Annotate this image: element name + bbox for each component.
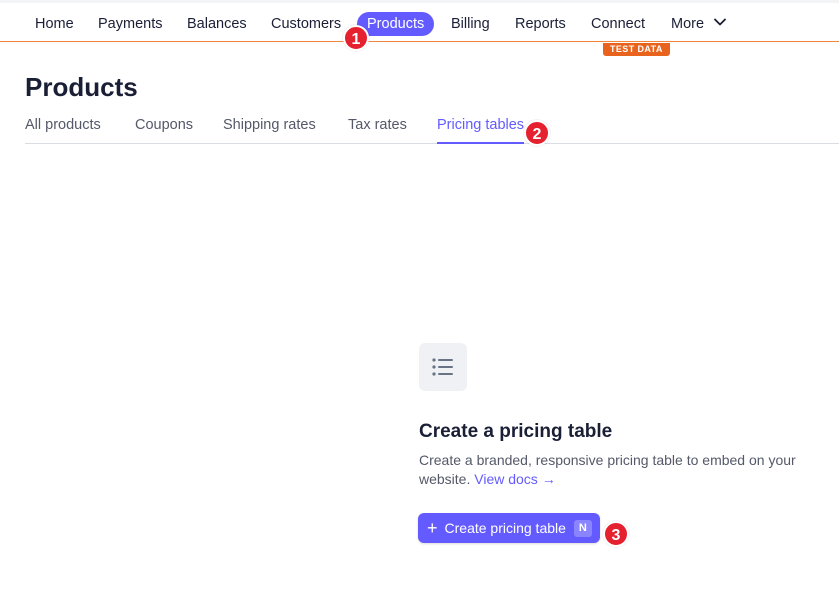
page-title: Products	[25, 72, 138, 102]
step-marker-3: 3	[603, 521, 629, 547]
arrow-right-icon: →	[541, 471, 556, 487]
nav-payments[interactable]: Payments	[98, 12, 162, 36]
tab-tax-rates[interactable]: Tax rates	[348, 117, 407, 144]
test-data-badge: TEST DATA	[603, 43, 670, 56]
nav-customers[interactable]: Customers	[271, 12, 341, 36]
nav-balances[interactable]: Balances	[187, 12, 247, 36]
create-pricing-table-label: Create pricing table	[444, 520, 566, 536]
chevron-down-icon	[714, 18, 726, 26]
step-marker-2: 2	[524, 120, 550, 146]
empty-state-icon-box	[419, 343, 467, 391]
tab-shipping-rates[interactable]: Shipping rates	[223, 117, 316, 144]
tab-all-products[interactable]: All products	[25, 117, 101, 144]
list-icon	[432, 358, 453, 376]
view-docs-link[interactable]: View docs →	[474, 471, 555, 487]
step-marker-1: 1	[343, 25, 369, 51]
empty-state-title: Create a pricing table	[419, 421, 613, 442]
keyboard-shortcut-badge: N	[573, 519, 592, 537]
create-pricing-table-button[interactable]: + Create pricing table N	[418, 513, 600, 543]
tab-pricing-tables[interactable]: Pricing tables	[437, 117, 525, 144]
view-docs-label: View docs	[474, 471, 538, 487]
nav-more-label: More	[671, 16, 705, 32]
subtab-bar: All products Coupons Shipping rates Tax …	[25, 116, 839, 144]
top-navigation: Home Payments Balances Customers Product…	[0, 0, 839, 42]
empty-state-description: Create a branded, responsive pricing tab…	[419, 451, 829, 489]
nav-reports[interactable]: Reports	[515, 12, 566, 36]
nav-connect[interactable]: Connect	[591, 12, 645, 36]
nav-products[interactable]: Products	[357, 12, 435, 36]
tab-coupons[interactable]: Coupons	[135, 117, 193, 144]
nav-home[interactable]: Home	[35, 12, 74, 36]
nav-more[interactable]: More	[671, 12, 726, 36]
plus-icon: +	[427, 518, 438, 538]
nav-billing[interactable]: Billing	[451, 12, 490, 36]
